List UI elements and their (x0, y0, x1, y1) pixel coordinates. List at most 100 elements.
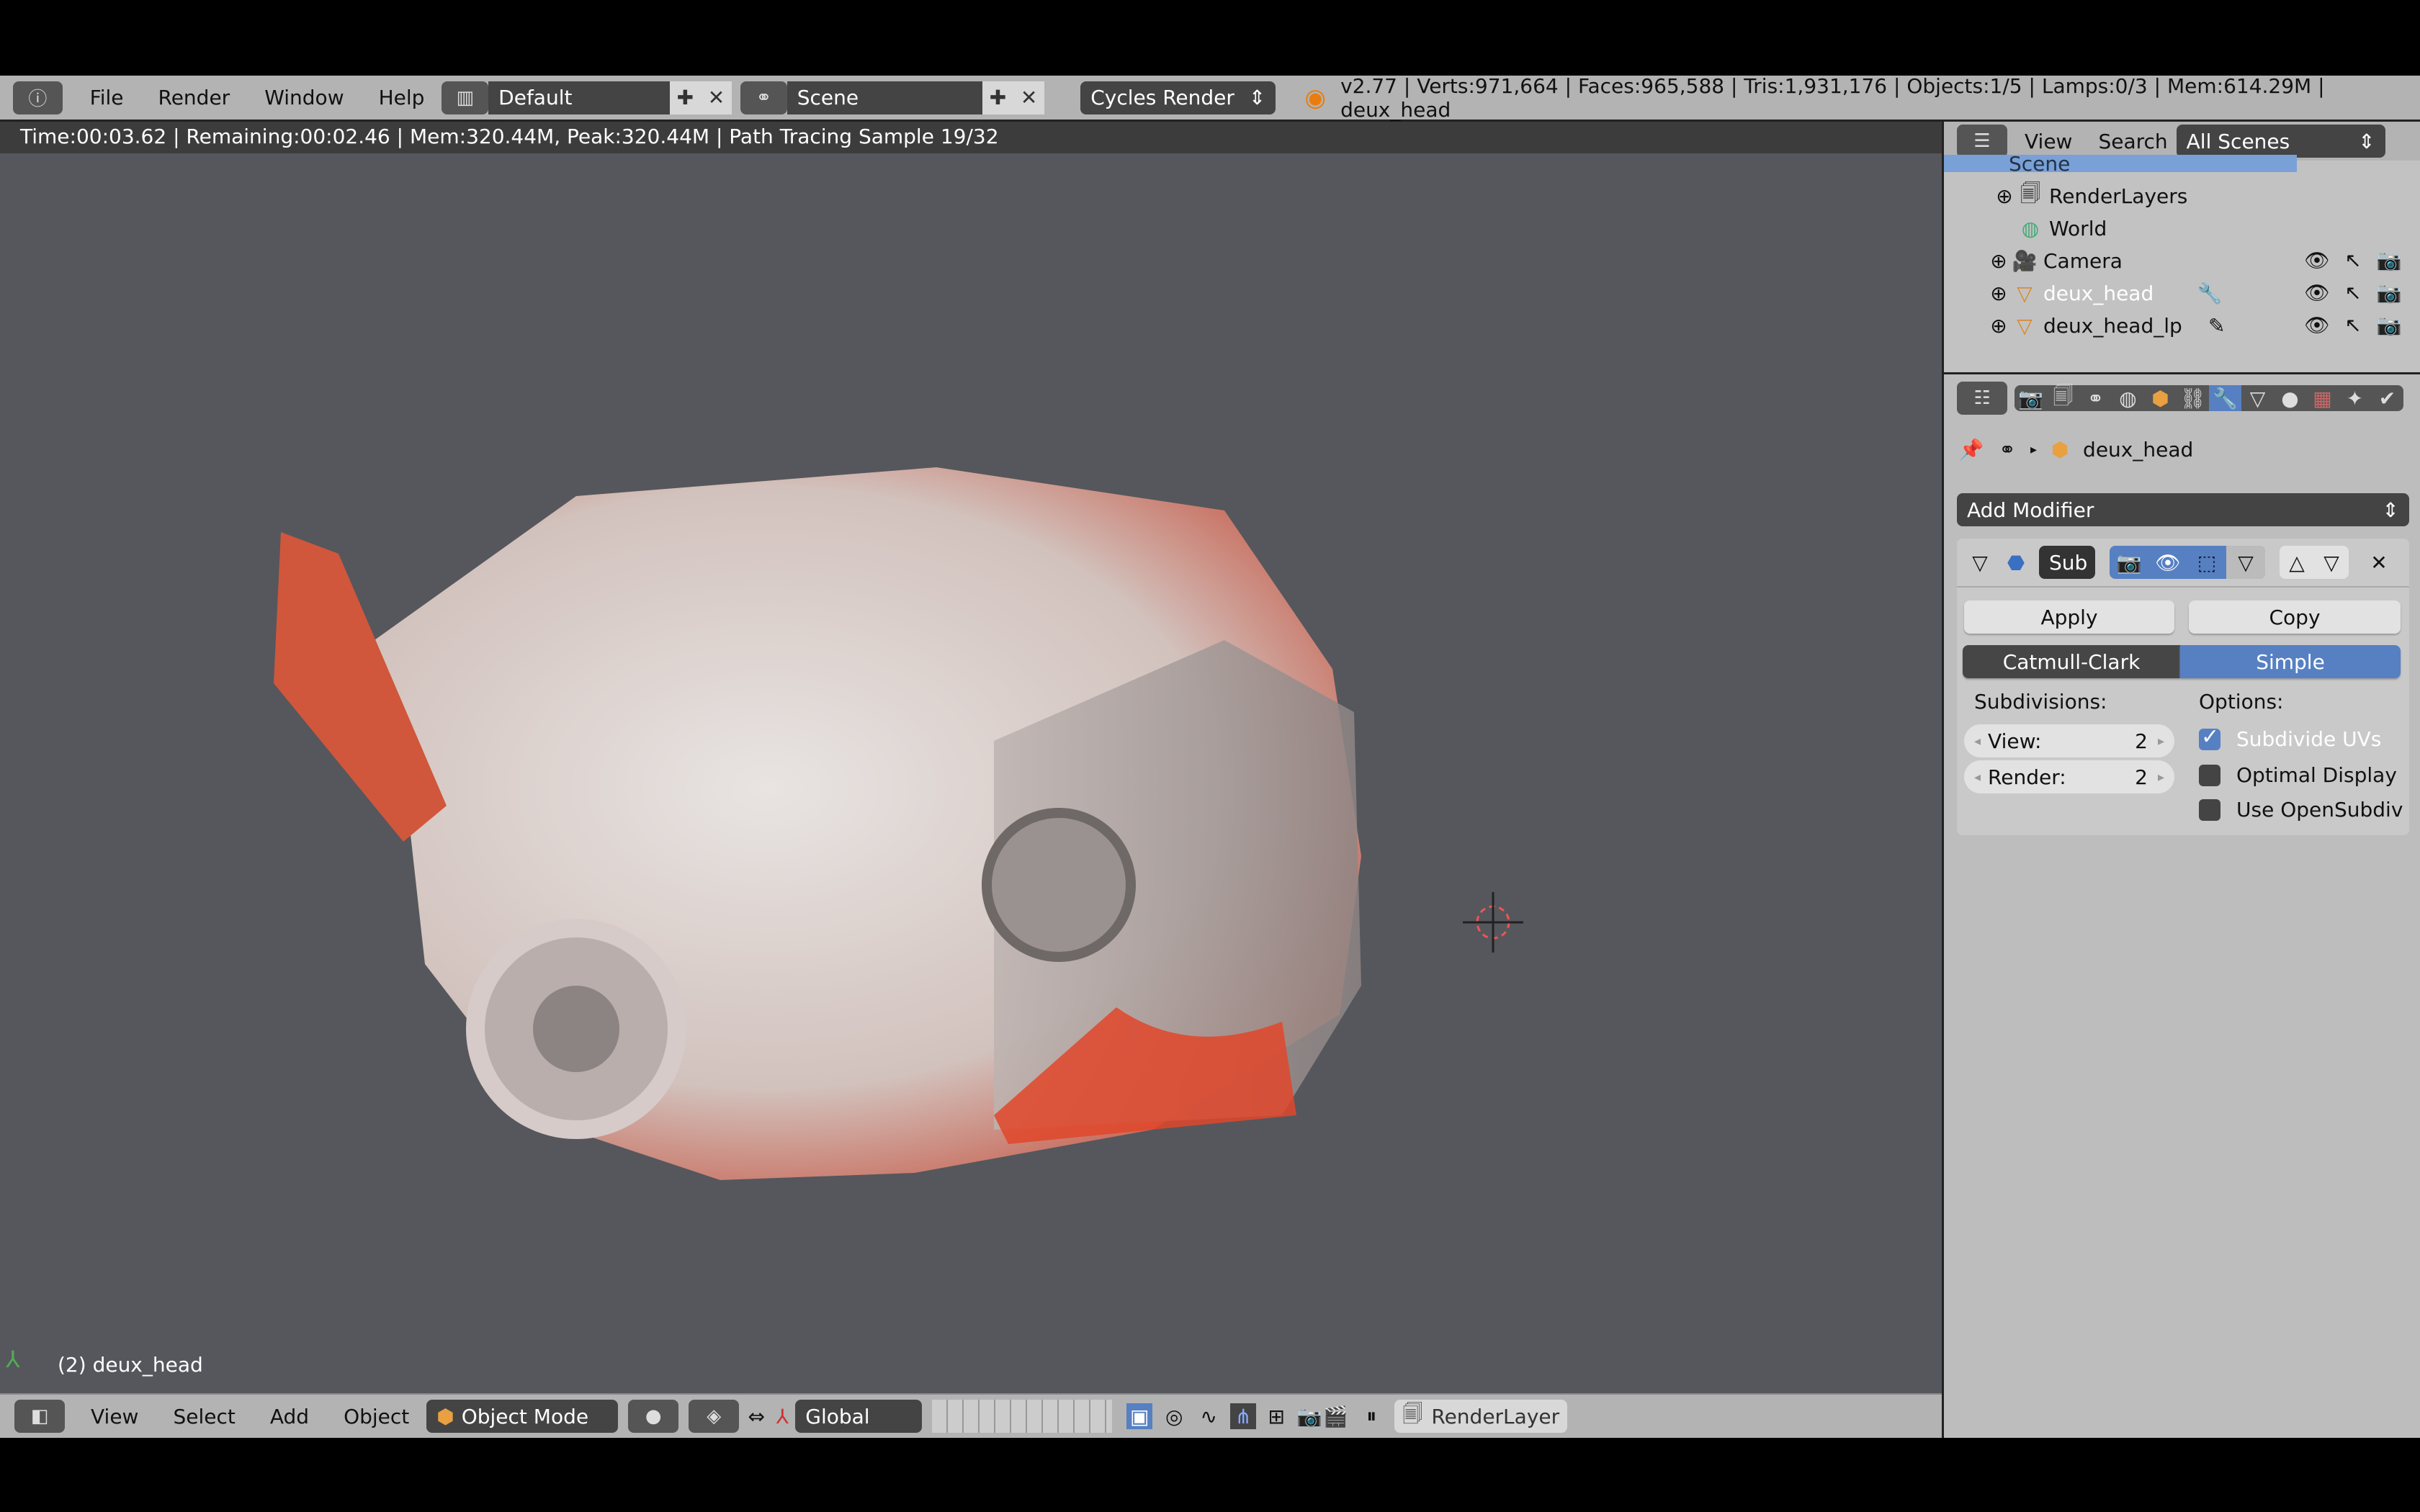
delete-scene-icon[interactable]: ✕ (1013, 81, 1045, 114)
layout-select[interactable]: Default (488, 81, 670, 114)
option-subdivide-uvs[interactable]: Subdivide UVs (2199, 724, 2381, 751)
add-modifier-select[interactable]: Add Modifier ⇕ (1957, 493, 2409, 526)
outliner-item-world[interactable]: ◍ World (1944, 212, 2420, 245)
view-levels-field[interactable]: ◂ View: 2 ▸ (1964, 724, 2174, 757)
orientation-select[interactable]: Global (795, 1400, 923, 1433)
modifier-name-field[interactable]: Sub (2039, 546, 2095, 579)
remove-modifier-icon[interactable]: ✕ (2366, 549, 2392, 575)
pivot-icon[interactable]: ◈ (689, 1400, 740, 1433)
menu-select[interactable]: Select (156, 1405, 252, 1428)
outliner-item-scene[interactable]: Scene (1944, 155, 2297, 172)
cursor-select-icon[interactable]: ↖ (2340, 248, 2366, 274)
render-camera-icon[interactable]: 📷 (2376, 312, 2402, 338)
mode-select[interactable]: ⬢ Object Mode (426, 1400, 619, 1433)
add-layout-icon[interactable]: ✚ (669, 81, 701, 114)
add-scene-icon[interactable]: ✚ (982, 81, 1014, 114)
render-camera-icon[interactable]: 📷 (2376, 280, 2402, 306)
type-catmull-clark[interactable]: Catmull-Clark (1963, 645, 2180, 678)
proportional-edit-icon[interactable]: ◎ (1161, 1403, 1187, 1429)
cursor-select-icon[interactable]: ↖ (2340, 280, 2366, 306)
menu-window[interactable]: Window (247, 86, 361, 109)
properties-editor-icon[interactable]: ☷ (1957, 382, 2007, 415)
3d-viewport[interactable]: Time:00:03.62 | Remaining:00:02.46 | Mem… (0, 122, 1942, 1393)
render-camera-icon[interactable]: 📷 (2376, 248, 2402, 274)
render-animation-icon[interactable]: 🎬 (1322, 1403, 1348, 1429)
tab-data-icon[interactable]: ▽ (2241, 385, 2274, 411)
decrement-icon[interactable]: ◂ (1974, 770, 1981, 785)
snap-icon[interactable]: ∿ (1196, 1403, 1222, 1429)
outliner-editor-icon[interactable]: ☰ (1957, 125, 2007, 158)
tab-material-icon[interactable]: ● (2274, 385, 2306, 411)
menu-add[interactable]: Add (253, 1405, 326, 1428)
snap-align-icon[interactable]: ⊞ (1263, 1403, 1289, 1429)
shading-icon[interactable]: ● (628, 1400, 679, 1433)
tab-render-icon[interactable]: 📷 (2015, 385, 2047, 411)
on-cage-toggle-icon[interactable]: ▽ (2226, 546, 2265, 579)
render-layer-button[interactable]: 🗐 RenderLayer (1394, 1400, 1568, 1433)
expand-icon[interactable]: ⊕ (1986, 280, 2012, 306)
apply-button[interactable]: Apply (1964, 600, 2174, 634)
editmode-toggle-icon[interactable]: ⬚ (2187, 549, 2226, 575)
expand-icon[interactable]: ⊕ (1991, 183, 2017, 209)
tab-constraints-icon[interactable]: ⛓ (2177, 385, 2209, 411)
tab-renderlayers-icon[interactable]: 🗐 (2047, 384, 2079, 411)
move-down-icon[interactable]: ▽ (2314, 549, 2349, 575)
option-use-opensubdiv[interactable]: Use OpenSubdiv (2199, 798, 2403, 822)
tab-world-icon[interactable]: ◍ (2112, 385, 2144, 411)
manipulator-icon[interactable]: ⇔ (743, 1403, 769, 1429)
tab-object-icon[interactable]: ⬢ (2144, 385, 2177, 411)
eye-icon[interactable]: 👁 (2304, 280, 2330, 306)
render-levels-field[interactable]: ◂ Render: 2 ▸ (1964, 760, 2174, 793)
lock-camera-icon[interactable]: ▣ (1126, 1403, 1153, 1429)
pencil-icon[interactable]: ✎ (2204, 312, 2230, 338)
cursor-select-icon[interactable]: ↖ (2340, 312, 2366, 338)
modifier-wrench-icon[interactable]: 🔧 (2197, 280, 2223, 306)
checkbox[interactable] (2199, 798, 2220, 821)
render-toggle-icon[interactable]: 📷 (2110, 549, 2148, 575)
outliner-menu-view[interactable]: View (2007, 130, 2089, 153)
checkbox[interactable] (2199, 764, 2220, 786)
snap-target-icon[interactable]: ⋔ (1230, 1403, 1257, 1429)
info-editor-icon[interactable]: ⓘ (13, 81, 63, 114)
tab-modifiers-icon[interactable]: 🔧 (2209, 385, 2241, 411)
viewport-toggle-icon[interactable]: 👁 (2148, 549, 2187, 575)
transform-axes-icon[interactable]: ⅄ (769, 1403, 795, 1429)
move-up-icon[interactable]: △ (2280, 549, 2314, 575)
outliner-item-renderlayers[interactable]: ⊕ 🗐 RenderLayers (1944, 179, 2420, 212)
eye-icon[interactable]: 👁 (2304, 312, 2330, 338)
eye-icon[interactable]: 👁 (2304, 248, 2330, 274)
outliner-filter-select[interactable]: All Scenes ⇕ (2176, 125, 2385, 158)
decrement-icon[interactable]: ◂ (1974, 734, 1981, 749)
menu-help[interactable]: Help (362, 86, 442, 109)
layout-icon[interactable]: ▥ (442, 81, 489, 114)
tab-particles-icon[interactable]: ✦ (2339, 385, 2371, 411)
subdivisions-label: Subdivisions: (1974, 690, 2107, 714)
menu-file[interactable]: File (73, 86, 141, 109)
menu-view[interactable]: View (73, 1405, 156, 1428)
checkbox-checked[interactable] (2199, 724, 2220, 750)
collapse-triangle-icon[interactable]: ▽ (1967, 549, 1993, 575)
3d-cursor-icon[interactable] (1463, 892, 1523, 953)
tab-scene-icon[interactable]: ⚭ (2079, 385, 2112, 411)
scene-select[interactable]: Scene (786, 81, 982, 114)
editor-type-icon[interactable]: ◧ (14, 1400, 65, 1433)
menu-object[interactable]: Object (326, 1405, 426, 1428)
increment-icon[interactable]: ▸ (2158, 770, 2164, 785)
layers-grid[interactable] (932, 1400, 1113, 1433)
render-engine-select[interactable]: Cycles Render ⇕ (1080, 81, 1276, 114)
pin-icon[interactable]: 📌 (1958, 436, 1984, 462)
type-simple[interactable]: Simple (2180, 645, 2401, 678)
scene-icon[interactable]: ⚭ (740, 81, 787, 114)
outliner-menu-search[interactable]: Search (2089, 130, 2176, 153)
expand-icon[interactable]: ⊕ (1986, 312, 2012, 338)
option-optimal-display[interactable]: Optimal Display (2199, 763, 2397, 787)
render-icon[interactable]: 📷 (1296, 1403, 1322, 1429)
tab-physics-icon[interactable]: ✔ (2371, 385, 2403, 411)
expand-icon[interactable]: ⊕ (1986, 248, 2012, 274)
tab-texture-icon[interactable]: ▦ (2306, 385, 2339, 411)
menu-render[interactable]: Render (141, 86, 248, 109)
increment-icon[interactable]: ▸ (2158, 734, 2164, 749)
copy-button[interactable]: Copy (2189, 600, 2401, 634)
pause-icon[interactable]: ⏸ (1358, 1403, 1384, 1429)
delete-layout-icon[interactable]: ✕ (700, 81, 732, 114)
